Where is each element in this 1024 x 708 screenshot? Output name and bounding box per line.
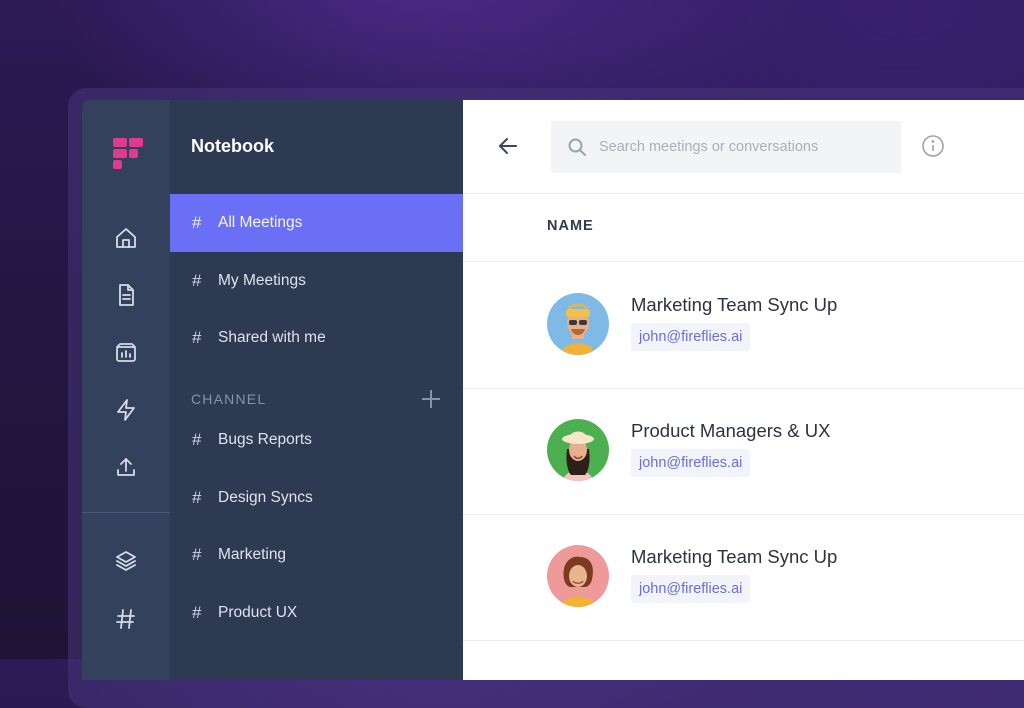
hash-icon: #	[192, 328, 202, 347]
hash-icon: #	[192, 213, 202, 232]
hash-icon: #	[192, 488, 202, 507]
nav-label: My Meetings	[218, 272, 306, 289]
avatar	[547, 293, 609, 355]
nav-label: All Meetings	[218, 214, 303, 231]
fireflies-logo[interactable]	[111, 136, 145, 170]
nav-item-all-meetings[interactable]: # All Meetings	[170, 194, 463, 252]
upload-icon[interactable]	[112, 453, 140, 481]
meeting-title[interactable]: Product Managers & UX	[631, 420, 830, 442]
hash-icon: #	[192, 430, 202, 449]
channel-label: Product UX	[218, 604, 298, 621]
channel-label: CHANNEL	[191, 391, 267, 407]
column-header-name[interactable]: NAME	[547, 218, 594, 234]
hash-icon: #	[192, 545, 202, 564]
avatar	[547, 419, 609, 481]
nav-item-my-meetings[interactable]: # My Meetings	[170, 252, 463, 310]
rail-divider	[82, 512, 170, 513]
top-bar	[463, 100, 1024, 194]
channel-label: Marketing	[218, 546, 287, 563]
meeting-email[interactable]: john@fireflies.ai	[631, 323, 751, 351]
meeting-row[interactable]: Marketing Team Sync Up john@fireflies.ai	[463, 514, 1024, 641]
search-input[interactable]	[597, 138, 891, 156]
panel-title: Notebook	[191, 136, 274, 156]
meeting-row[interactable]: Product Managers & UX john@fireflies.ai	[463, 388, 1024, 515]
document-icon[interactable]	[112, 281, 140, 309]
avatar	[547, 545, 609, 607]
channel-item-marketing[interactable]: # Marketing	[170, 526, 463, 584]
app: Notebook # All Meetings # My Meetings # …	[82, 100, 1024, 680]
channel-item-bugs-reports[interactable]: # Bugs Reports	[170, 411, 463, 469]
info-icon[interactable]	[921, 134, 945, 158]
back-arrow-icon[interactable]	[497, 135, 519, 157]
home-icon[interactable]	[112, 224, 140, 252]
nav-item-shared-with-me[interactable]: # Shared with me	[170, 309, 463, 367]
hash-icon[interactable]	[112, 605, 140, 633]
meeting-title[interactable]: Marketing Team Sync Up	[631, 546, 837, 568]
icon-rail	[82, 100, 170, 680]
meeting-email[interactable]: john@fireflies.ai	[631, 449, 751, 477]
notebook-panel: Notebook # All Meetings # My Meetings # …	[170, 100, 463, 680]
search-icon	[567, 137, 587, 157]
meeting-title[interactable]: Marketing Team Sync Up	[631, 294, 837, 316]
layers-icon[interactable]	[112, 547, 140, 575]
lightning-icon[interactable]	[112, 396, 140, 424]
channel-label: Design Syncs	[218, 489, 313, 506]
meeting-board-icon[interactable]	[112, 339, 140, 367]
hash-icon: #	[192, 603, 202, 622]
channel-item-design-syncs[interactable]: # Design Syncs	[170, 469, 463, 527]
hash-icon: #	[192, 271, 202, 290]
search-box	[551, 121, 901, 173]
channel-header: CHANNEL	[191, 388, 441, 410]
add-channel-icon[interactable]	[421, 389, 441, 409]
meeting-email[interactable]: john@fireflies.ai	[631, 575, 751, 603]
main-content: NAME Marketing Team Sync Up john@firefli…	[463, 100, 1024, 680]
channel-item-product-ux[interactable]: # Product UX	[170, 584, 463, 642]
channel-label: Bugs Reports	[218, 431, 312, 448]
meeting-row[interactable]: Marketing Team Sync Up john@fireflies.ai	[463, 262, 1024, 389]
nav-label: Shared with me	[218, 329, 326, 346]
